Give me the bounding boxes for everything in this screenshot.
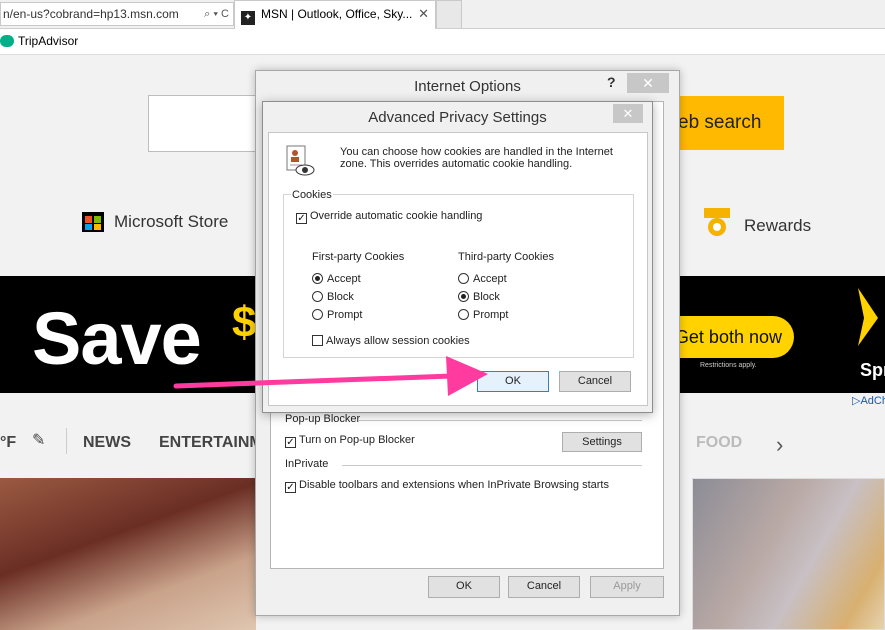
first-party-block-radio[interactable]: Block [312, 291, 354, 303]
rewards-link[interactable]: Rewards [704, 208, 811, 238]
adchoices-label: AdCh [860, 395, 885, 407]
internet-options-apply-button[interactable]: Apply [590, 576, 664, 598]
radio-label: Accept [327, 273, 361, 285]
radio-selected-icon[interactable] [458, 291, 469, 302]
favorites-bar: TripAdvisor [0, 29, 885, 55]
microsoft-store-label: Microsoft Store [114, 212, 229, 231]
inprivate-group-label: InPrivate [285, 458, 329, 470]
inprivate-checkbox[interactable]: ✓ Disable toolbars and extensions when In… [285, 479, 609, 493]
first-party-label: First-party Cookies [312, 251, 405, 263]
radio-label: Prompt [473, 309, 509, 321]
rewards-medal-icon [704, 208, 730, 238]
new-tab-button[interactable] [436, 0, 462, 28]
popup-blocker-divider [358, 420, 642, 421]
popup-blocker-group-label: Pop-up Blocker [285, 413, 361, 425]
advanced-privacy-dialog: Advanced Privacy Settings ✕ You can choo… [262, 101, 653, 413]
advanced-privacy-close-icon[interactable]: ✕ [613, 104, 643, 123]
third-party-accept-radio[interactable]: Accept [458, 273, 507, 285]
override-check-label: Override automatic cookie handling [310, 210, 483, 222]
third-party-prompt-radio[interactable]: Prompt [458, 309, 508, 321]
web-search-button[interactable]: eb search [662, 96, 784, 150]
microsoft-store-icon [82, 208, 104, 232]
tab-title: MSN | Outlook, Office, Sky... [261, 7, 413, 21]
address-bar-icons[interactable]: ⌕ ▾ C [201, 3, 229, 25]
favorite-label: TripAdvisor [18, 34, 79, 48]
ad-dollar-text: $ [232, 298, 257, 347]
radio-icon[interactable] [312, 309, 323, 320]
pencil-icon[interactable]: ✎ [32, 430, 45, 450]
popup-blocker-check-icon[interactable]: ✓ [285, 437, 296, 448]
msn-logo-icon: ✦ [241, 11, 255, 25]
radio-icon[interactable] [312, 291, 323, 302]
third-party-label: Third-party Cookies [458, 251, 554, 263]
nav-divider [66, 428, 67, 454]
ad-save-text: Save [32, 297, 202, 380]
advanced-privacy-title: Advanced Privacy Settings [368, 109, 547, 126]
internet-options-ok-button[interactable]: OK [428, 576, 500, 598]
nav-temperature[interactable]: °F [0, 434, 16, 452]
news-photo-left[interactable] [0, 478, 256, 630]
advanced-privacy-cancel-button[interactable]: Cancel [559, 371, 631, 392]
address-url: n/en-us?cobrand=hp13.msn.com [3, 7, 179, 21]
radio-icon[interactable] [458, 309, 469, 320]
popup-settings-button[interactable]: Settings [562, 432, 642, 452]
nav-food[interactable]: FOOD [696, 434, 742, 452]
news-photo-right[interactable] [692, 478, 885, 630]
internet-options-cancel-button[interactable]: Cancel [508, 576, 580, 598]
radio-label: Block [473, 291, 500, 303]
inprivate-check-label: Disable toolbars and extensions when InP… [299, 479, 609, 491]
radio-label: Block [327, 291, 354, 303]
sprint-logo-icon [858, 288, 878, 346]
ad-brand-text: Spr [860, 360, 885, 380]
inprivate-divider [342, 465, 642, 466]
tab-msn[interactable]: ✦ MSN | Outlook, Office, Sky... ✕ [234, 0, 436, 29]
override-check-icon[interactable]: ✓ [296, 213, 307, 224]
always-allow-label: Always allow session cookies [326, 335, 470, 347]
nav-news[interactable]: NEWS [83, 434, 131, 452]
rewards-label: Rewards [744, 216, 812, 235]
favorite-tripadvisor[interactable]: TripAdvisor [0, 34, 78, 48]
help-icon[interactable]: ? [607, 74, 616, 90]
third-party-block-radio[interactable]: Block [458, 291, 500, 303]
tripadvisor-owl-icon [0, 35, 14, 47]
radio-label: Accept [473, 273, 507, 285]
radio-selected-icon[interactable] [312, 273, 323, 284]
tab-close-icon[interactable]: ✕ [418, 1, 429, 27]
cookies-group-label: Cookies [291, 189, 333, 201]
first-party-accept-radio[interactable]: Accept [312, 273, 361, 285]
ad-cta-button[interactable]: Get both now [662, 316, 794, 358]
internet-options-close-icon[interactable]: ✕ [627, 73, 669, 93]
adchoices-link[interactable]: ▷AdCh [852, 394, 885, 407]
always-allow-check-icon[interactable] [312, 335, 323, 346]
advanced-privacy-ok-button[interactable]: OK [477, 371, 549, 392]
nav-entertainment[interactable]: ENTERTAINMENT [159, 434, 259, 452]
popup-blocker-checkbox[interactable]: ✓ Turn on Pop-up Blocker [285, 434, 415, 448]
privacy-document-eye-icon [286, 145, 315, 176]
advanced-privacy-description: You can choose how cookies are handled i… [340, 146, 613, 170]
address-bar[interactable]: n/en-us?cobrand=hp13.msn.com ⌕ ▾ C [0, 2, 234, 26]
ad-restrictions: Restrictions apply. [700, 362, 757, 369]
popup-blocker-check-label: Turn on Pop-up Blocker [299, 434, 415, 446]
radio-label: Prompt [327, 309, 363, 321]
first-party-prompt-radio[interactable]: Prompt [312, 309, 362, 321]
radio-icon[interactable] [458, 273, 469, 284]
microsoft-store-link[interactable]: Microsoft Store [82, 208, 228, 232]
chevron-right-icon[interactable]: › [776, 432, 783, 458]
override-cookie-checkbox[interactable]: ✓ Override automatic cookie handling [296, 210, 482, 224]
search-input[interactable] [148, 95, 260, 152]
always-allow-session-checkbox[interactable]: Always allow session cookies [312, 335, 470, 347]
inprivate-check-icon[interactable]: ✓ [285, 482, 296, 493]
